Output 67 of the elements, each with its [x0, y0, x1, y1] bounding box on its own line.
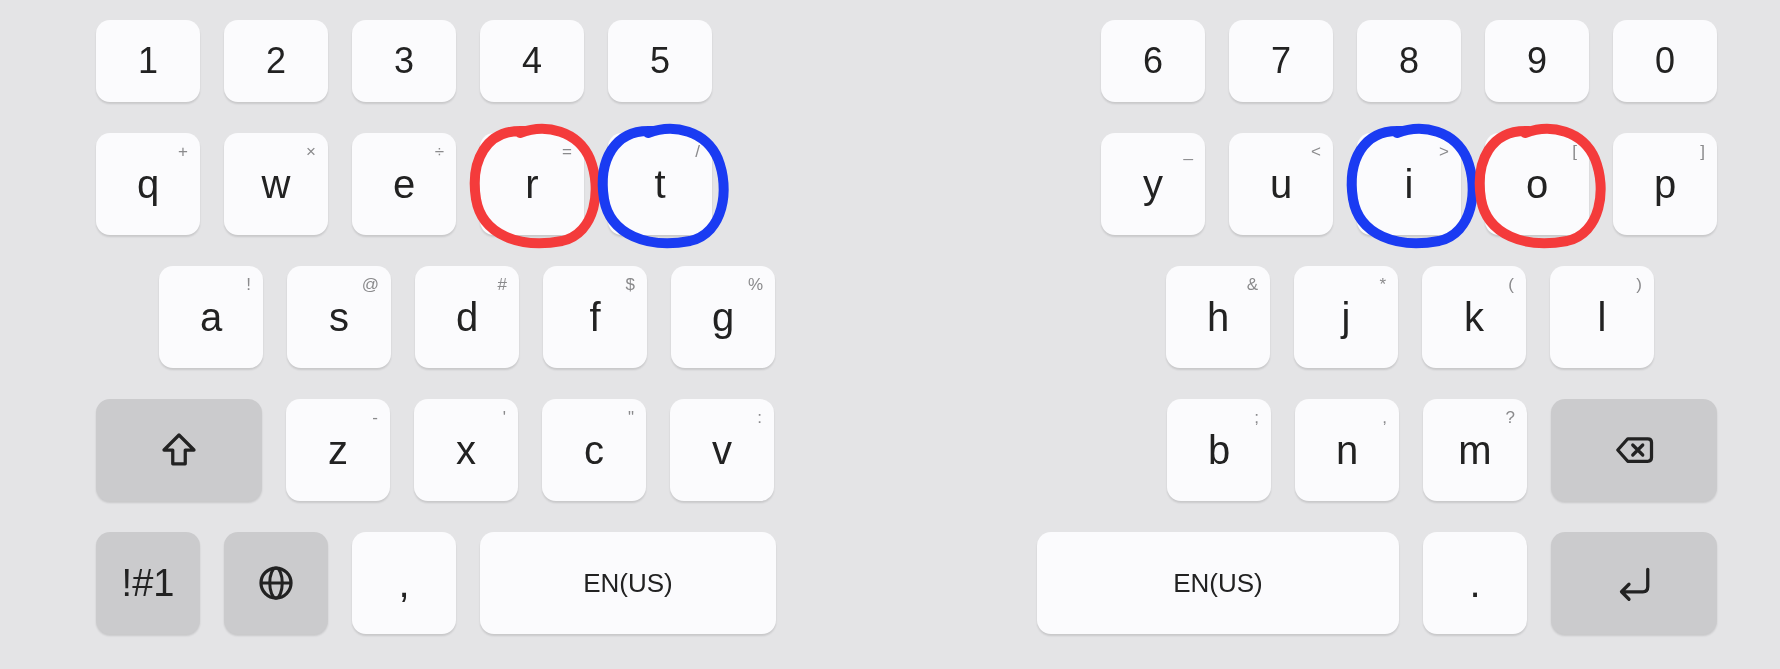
shift-key[interactable]	[96, 399, 262, 501]
key[interactable]: q +	[96, 133, 200, 235]
key[interactable]: 3	[352, 20, 456, 102]
key-hint: ×	[306, 143, 316, 160]
key-hint: @	[361, 276, 379, 293]
key-hint: &	[1246, 276, 1258, 293]
globe-key[interactable]	[224, 532, 328, 634]
key[interactable]: h &	[1166, 266, 1270, 368]
key[interactable]: w ×	[224, 133, 328, 235]
key[interactable]: s @	[287, 266, 391, 368]
key[interactable]: n ,	[1295, 399, 1399, 501]
globe-icon	[256, 563, 296, 603]
key[interactable]: 4	[480, 20, 584, 102]
key-hint: ;	[1254, 409, 1259, 426]
key[interactable]: ,	[352, 532, 456, 634]
key-hint: =	[562, 143, 572, 160]
key-hint: <	[1311, 143, 1321, 160]
key-hint: "	[627, 409, 634, 426]
key[interactable]: k (	[1422, 266, 1526, 368]
key-hint: +	[178, 143, 188, 160]
space-key[interactable]: EN(US)	[480, 532, 776, 634]
key[interactable]: 1	[96, 20, 200, 102]
key[interactable]: x '	[414, 399, 518, 501]
key-hint: ,	[1382, 409, 1387, 426]
key-hint: ÷	[434, 143, 444, 160]
key-hint: _	[1183, 143, 1193, 160]
key[interactable]: f $	[543, 266, 647, 368]
key[interactable]: m ?	[1423, 399, 1527, 501]
key[interactable]: l )	[1550, 266, 1654, 368]
key-hint: [	[1572, 143, 1577, 160]
key[interactable]: .	[1423, 532, 1527, 634]
key[interactable]: b ;	[1167, 399, 1271, 501]
key[interactable]: e ÷	[352, 133, 456, 235]
key[interactable]: j *	[1294, 266, 1398, 368]
key[interactable]: u <	[1229, 133, 1333, 235]
key[interactable]: 9	[1485, 20, 1589, 102]
key[interactable]: c "	[542, 399, 646, 501]
key-hint: /	[695, 143, 700, 160]
key-hint: %	[747, 276, 763, 293]
key[interactable]: v :	[670, 399, 774, 501]
key-hint: (	[1508, 276, 1514, 293]
key[interactable]: a !	[159, 266, 263, 368]
key[interactable]: 6	[1101, 20, 1205, 102]
key[interactable]: 5	[608, 20, 712, 102]
key-hint: -	[372, 409, 378, 426]
key[interactable]: 2	[224, 20, 328, 102]
key-hint: '	[502, 409, 506, 426]
key[interactable]: 0	[1613, 20, 1717, 102]
key-hint: !	[246, 276, 251, 293]
key-hint: #	[497, 276, 507, 293]
symbols-key[interactable]: !#1	[96, 532, 200, 634]
key-hint: ]	[1700, 143, 1705, 160]
backspace-key[interactable]	[1551, 399, 1717, 501]
key[interactable]: 8	[1357, 20, 1461, 102]
key[interactable]: g %	[671, 266, 775, 368]
key[interactable]: z -	[286, 399, 390, 501]
key-hint: $	[625, 276, 635, 293]
key[interactable]: d #	[415, 266, 519, 368]
key[interactable]: 7	[1229, 20, 1333, 102]
key-hint: *	[1379, 276, 1386, 293]
key[interactable]: y _	[1101, 133, 1205, 235]
key-hint: :	[757, 409, 762, 426]
key-hint: >	[1439, 143, 1449, 160]
space-key[interactable]: EN(US)	[1037, 532, 1399, 634]
key[interactable]: p ]	[1613, 133, 1717, 235]
key-hint: )	[1636, 276, 1642, 293]
key-hint: ?	[1505, 409, 1515, 426]
